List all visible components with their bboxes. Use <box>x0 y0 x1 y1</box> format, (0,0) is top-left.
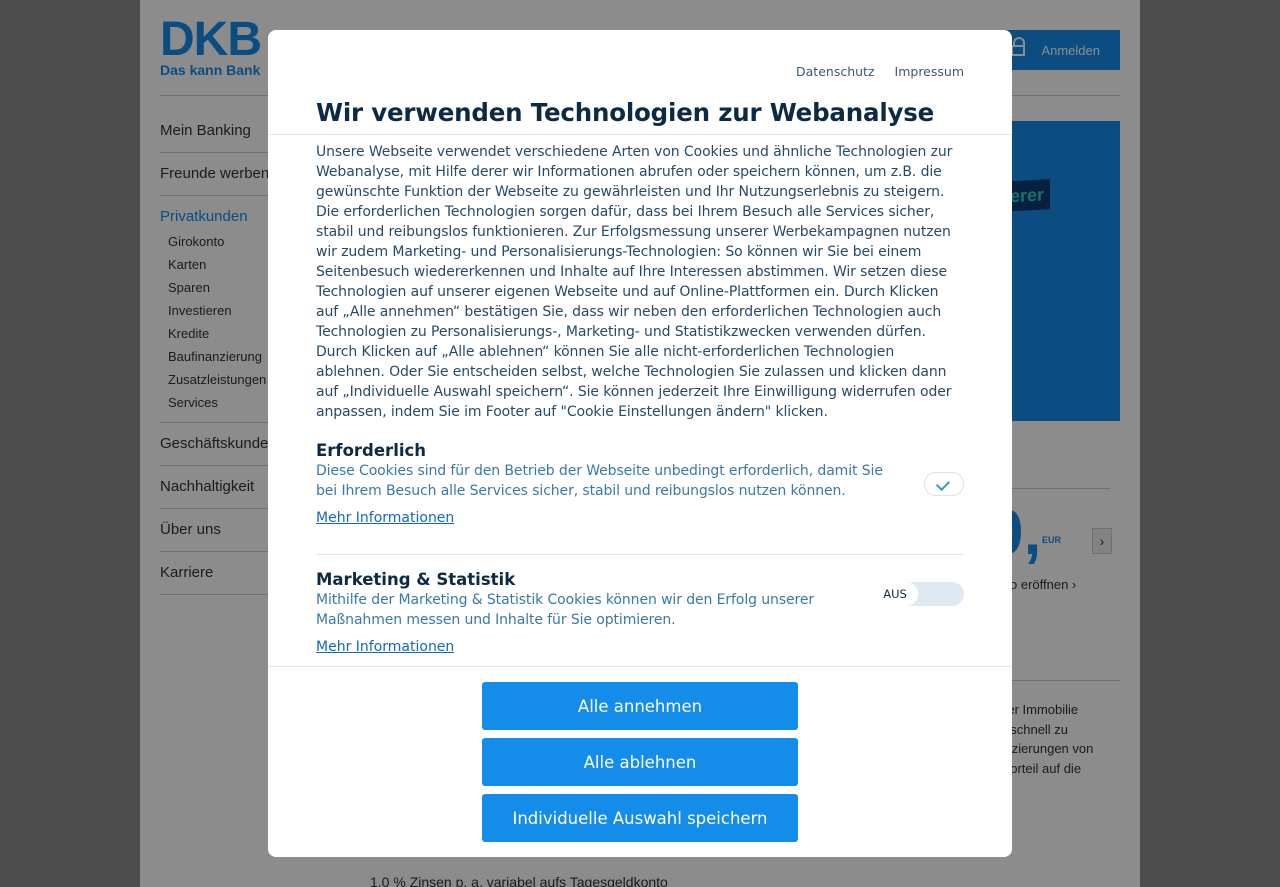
accept-all-button[interactable]: Alle annehmen <box>482 682 798 730</box>
section-title: Erforderlich <box>316 441 427 460</box>
section-required: Erforderlich Diese Cookies sind für den … <box>316 441 964 555</box>
toggle-off-label: AUS <box>872 582 918 606</box>
title-divider <box>268 134 1012 135</box>
dialog-title: Wir verwenden Technologien zur Webanalys… <box>316 98 935 127</box>
section-divider <box>316 554 964 555</box>
section-title: Marketing & Statistik <box>316 570 516 589</box>
reject-all-button[interactable]: Alle ablehnen <box>482 738 798 786</box>
more-info-link[interactable]: Mehr Informationen <box>316 510 454 526</box>
impressum-link[interactable]: Impressum <box>895 64 964 79</box>
cookie-consent-dialog: Datenschutz Impressum Wir verwenden Tech… <box>268 30 1012 857</box>
datenschutz-link[interactable]: Datenschutz <box>796 64 875 79</box>
more-info-link[interactable]: Mehr Informationen <box>316 639 454 655</box>
marketing-toggle[interactable]: AUS <box>872 582 964 606</box>
save-selection-button[interactable]: Individuelle Auswahl speichern <box>482 794 798 842</box>
modal-header-links: Datenschutz Impressum <box>796 64 964 79</box>
intro-text: Unsere Webseite verwendet verschiedene A… <box>316 144 953 420</box>
footer-divider <box>268 666 1012 667</box>
dialog-scroll-area[interactable]: Unsere Webseite verwendet verschiedene A… <box>316 142 964 666</box>
section-description: Mithilfe der Marketing & Statistik Cooki… <box>316 592 815 628</box>
section-marketing: Marketing & Statistik Mithilfe der Marke… <box>316 570 964 655</box>
checkmark-icon <box>935 476 951 492</box>
section-description: Diese Cookies sind für den Betrieb der W… <box>316 463 883 499</box>
required-toggle <box>924 472 964 496</box>
